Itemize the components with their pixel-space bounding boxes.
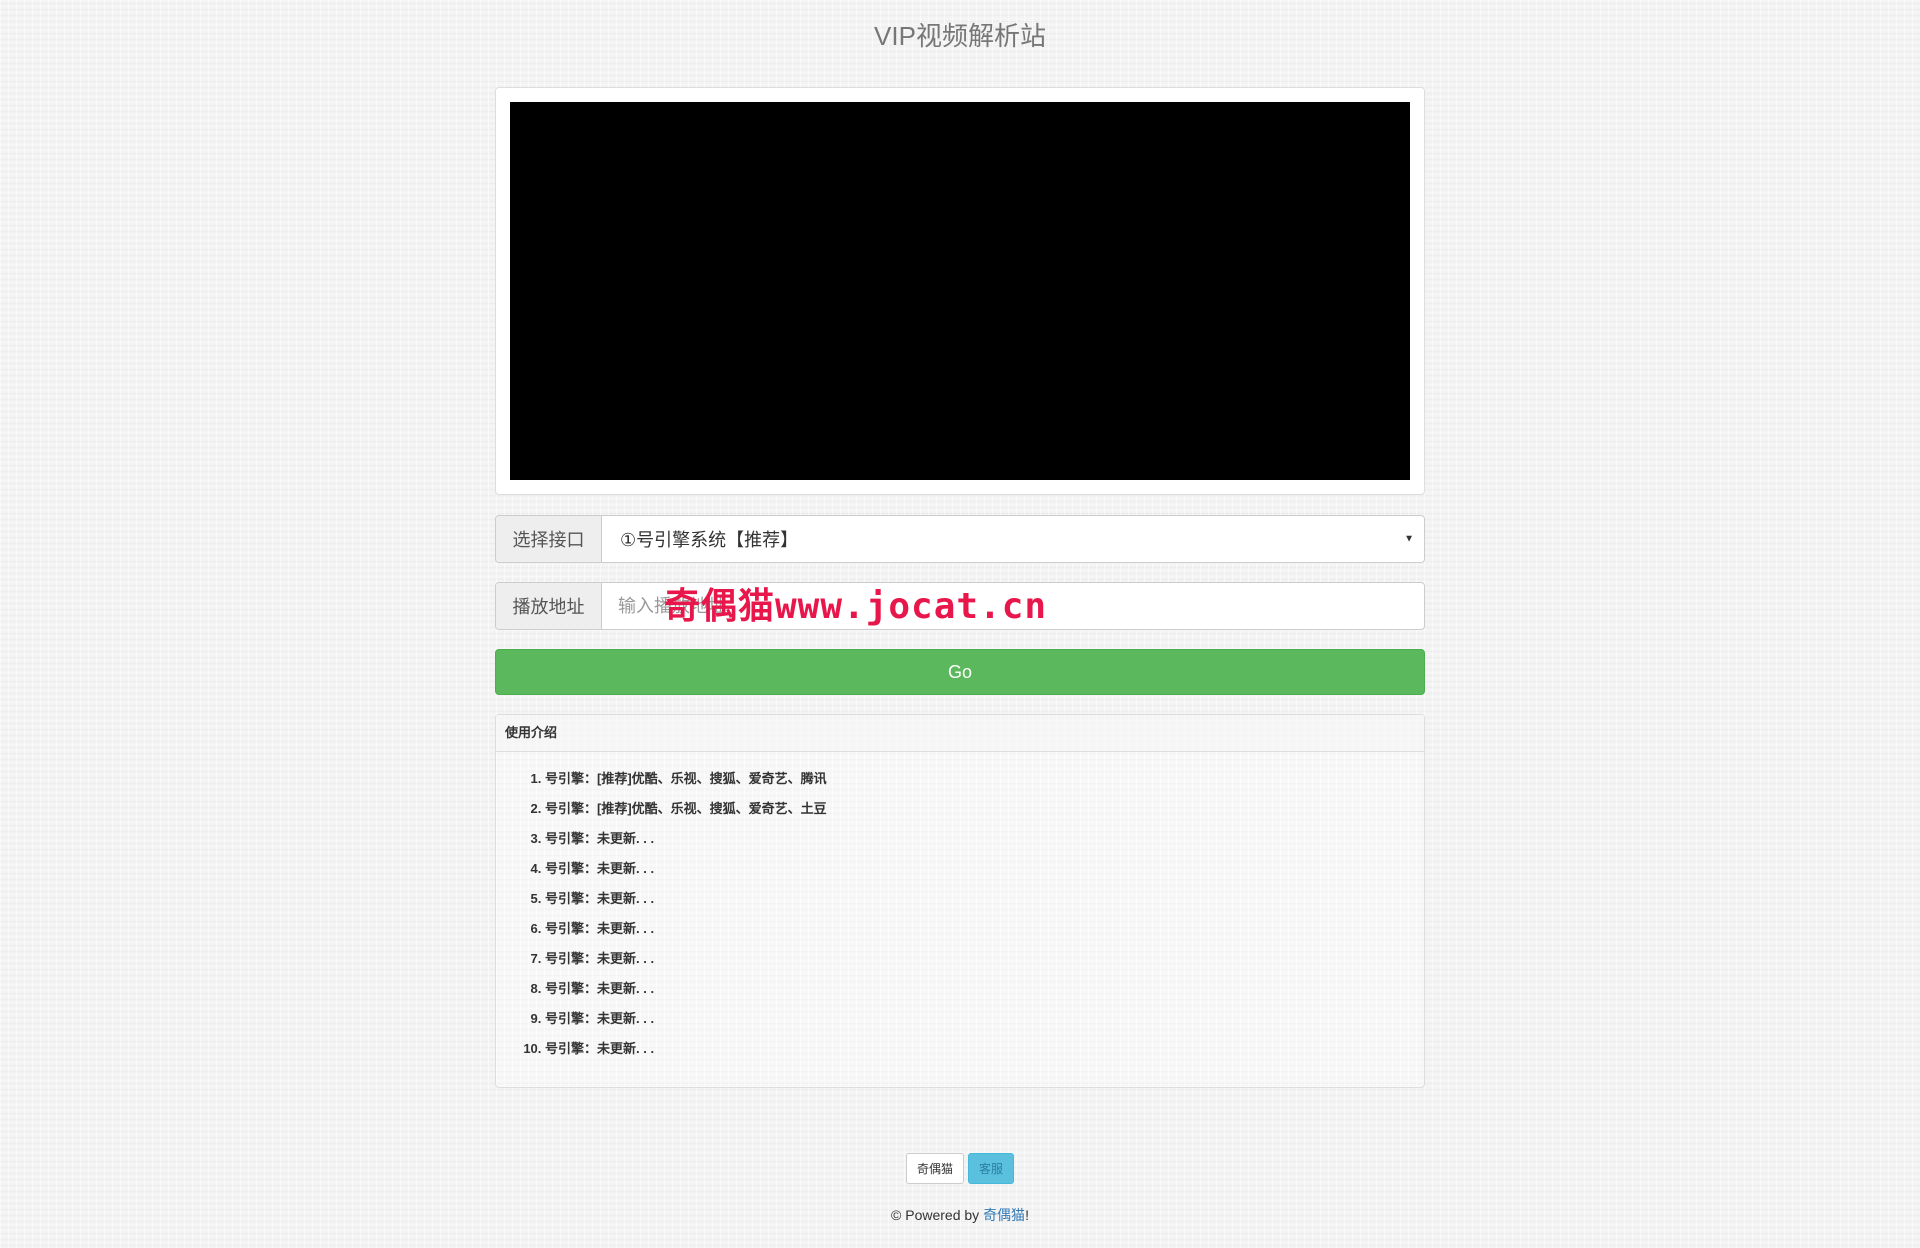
interface-selected-value: ①号引擎系统【推荐】 — [620, 530, 799, 550]
dropdown-caret-icon: ▼ — [1404, 533, 1414, 545]
list-item: 号引擎：未更新. . . — [545, 1004, 1424, 1034]
list-item: 号引擎：未更新. . . — [545, 1034, 1424, 1064]
interface-select-group: 选择接口 ①号引擎系统【推荐】 ▼ — [495, 515, 1425, 563]
site-button[interactable]: 奇偶猫 — [905, 1153, 964, 1184]
video-player-panel — [495, 87, 1425, 495]
copyright-link[interactable]: 奇偶猫 — [983, 1207, 1025, 1223]
interface-select[interactable]: ①号引擎系统【推荐】 ▼ — [602, 516, 1424, 562]
list-item: 号引擎：未更新. . . — [545, 824, 1424, 854]
list-item: 号引擎：[推荐]优酷、乐视、搜狐、爱奇艺、土豆 — [545, 794, 1424, 824]
list-item: 号引擎：未更新. . . — [545, 854, 1424, 884]
interface-label: 选择接口 — [496, 516, 602, 562]
intro-heading: 使用介绍 — [496, 715, 1424, 752]
main-container: 选择接口 ①号引擎系统【推荐】 ▼ 播放地址 奇偶猫www.jocat.cn G… — [495, 87, 1425, 1088]
url-input-group: 播放地址 奇偶猫www.jocat.cn — [495, 582, 1425, 630]
intro-list: 号引擎：[推荐]优酷、乐视、搜狐、爱奇艺、腾讯 号引擎：[推荐]优酷、乐视、搜狐… — [496, 752, 1424, 1064]
service-button[interactable]: 客服 — [968, 1153, 1015, 1184]
url-input[interactable] — [602, 583, 1424, 629]
list-item: 号引擎：未更新. . . — [545, 974, 1424, 1004]
video-player[interactable] — [510, 102, 1410, 480]
list-item: 号引擎：未更新. . . — [545, 884, 1424, 914]
intro-panel: 使用介绍 号引擎：[推荐]优酷、乐视、搜狐、爱奇艺、腾讯 号引擎：[推荐]优酷、… — [495, 714, 1425, 1088]
copyright-suffix: ! — [1025, 1207, 1029, 1223]
url-label: 播放地址 — [496, 583, 602, 629]
copyright: © Powered by 奇偶猫! — [0, 1205, 1920, 1225]
list-item: 号引擎：未更新. . . — [545, 944, 1424, 974]
list-item: 号引擎：[推荐]优酷、乐视、搜狐、爱奇艺、腾讯 — [545, 764, 1424, 794]
list-item: 号引擎：未更新. . . — [545, 914, 1424, 944]
page-title: VIP视频解析站 — [874, 21, 1046, 51]
go-button[interactable]: Go — [495, 649, 1425, 695]
footer-buttons: 奇偶猫 客服 — [0, 1153, 1920, 1184]
copyright-prefix: © Powered by — [891, 1207, 984, 1223]
